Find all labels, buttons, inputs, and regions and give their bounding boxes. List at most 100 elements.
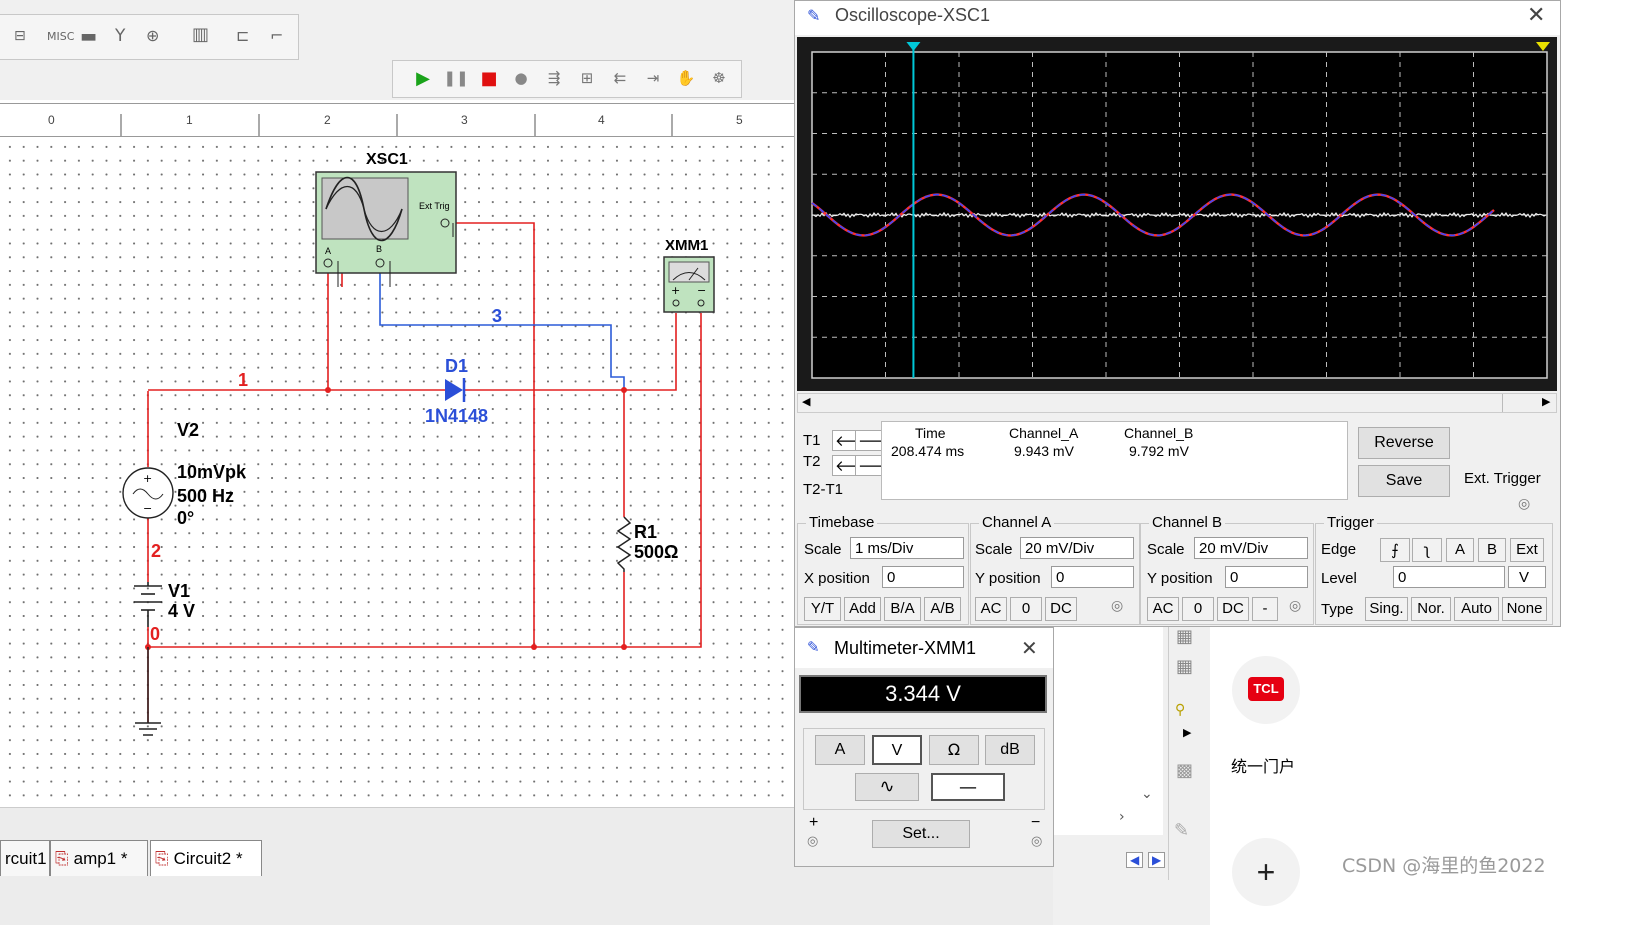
scroll-left-icon[interactable]: ◀ — [802, 395, 810, 408]
grapher-icon[interactable]: ⊞ — [574, 65, 600, 91]
portal-label[interactable]: 统一门户 — [1231, 753, 1295, 777]
timebase-scale-field[interactable]: 1 ms/Div — [850, 537, 964, 559]
oscilloscope-ref: XSC1 — [366, 151, 408, 168]
trigger-single-button[interactable]: Sing. — [1365, 597, 1408, 621]
probe2-tool-icon[interactable]: ✎ — [1174, 820, 1189, 841]
bus-icon[interactable]: ▥ — [192, 24, 209, 45]
trigger-none-button[interactable]: None — [1502, 597, 1547, 621]
svg-text:+: + — [671, 284, 680, 297]
mm-voltmeter-button[interactable]: V — [872, 735, 922, 765]
mm-ac-mode-icon[interactable]: ∿ — [855, 773, 919, 801]
cursor-t1-handle[interactable] — [906, 42, 921, 51]
export-icon[interactable]: ⇥ — [640, 65, 666, 91]
grapher-tool-icon[interactable]: ▦ — [1176, 626, 1193, 647]
tab-circuit1[interactable]: rcuit1 — [0, 840, 50, 876]
analyzer2-tool-icon[interactable]: ▩ — [1176, 760, 1193, 781]
expand-arrow-icon[interactable]: ▶ — [1183, 726, 1191, 739]
probe-icon[interactable]: ⇶ — [541, 65, 567, 91]
osc-title-bar[interactable]: ✎ Oscilloscope-XSC1 ✕ — [795, 1, 1560, 35]
close-icon[interactable]: ✕ — [1021, 636, 1038, 660]
postprocessor-icon[interactable]: ⇇ — [607, 65, 633, 91]
add-app-button[interactable]: + — [1232, 838, 1300, 906]
ruler-tick: 3 — [461, 113, 468, 127]
channel-a-ac-button[interactable]: AC — [975, 597, 1007, 621]
channel-a-scale-field[interactable]: 20 mV/Div — [1020, 537, 1134, 559]
trigger-level-unit[interactable]: V — [1508, 566, 1546, 588]
mm-db-button[interactable]: dB — [985, 735, 1035, 765]
osc-scrollbar[interactable]: ◀ ▶ — [797, 393, 1557, 413]
mode-ab-button[interactable]: A/B — [924, 597, 961, 621]
probe-tool-icon[interactable]: ⚲ — [1175, 702, 1185, 718]
svg-text:−: − — [697, 284, 706, 297]
analyzer-tool-icon[interactable]: ▦ — [1176, 656, 1193, 677]
channel-a-dc-button[interactable]: DC — [1045, 597, 1077, 621]
trigger-source-b-button[interactable]: B — [1478, 538, 1506, 562]
mm-title-bar[interactable]: ✎ Multimeter-XMM1 ✕ — [795, 628, 1053, 668]
pause-icon[interactable]: ❚❚ — [443, 65, 469, 91]
hand-icon[interactable]: ✋ — [673, 65, 699, 91]
trigger-level-field[interactable]: 0 — [1393, 566, 1505, 588]
trigger-auto-button[interactable]: Auto — [1454, 597, 1499, 621]
mm-dc-mode-icon[interactable]: — — [931, 773, 1005, 801]
mm-ammeter-button[interactable]: A — [815, 735, 865, 765]
board-icon[interactable]: ▬ — [80, 26, 97, 47]
scroll-right-icon[interactable]: ▶ — [1542, 395, 1550, 408]
misc-icon[interactable]: MISC — [47, 30, 74, 43]
module-icon[interactable]: ⊕ — [146, 26, 159, 45]
cursor-t2-handle[interactable] — [1536, 42, 1550, 51]
channel-a-ypos-field[interactable]: 0 — [1051, 566, 1134, 588]
osc-screen[interactable] — [797, 37, 1557, 391]
timebase-scale-label: Scale — [804, 541, 842, 558]
breadboard-icon[interactable]: ⊟ — [14, 28, 26, 44]
scroll-left-icon[interactable]: ◀ — [1126, 852, 1144, 868]
chevron-down-icon[interactable]: ⌄ — [1141, 786, 1153, 802]
plus-icon: + — [1256, 854, 1276, 890]
hierarchy-icon[interactable]: ⊏ — [236, 26, 249, 45]
trigger-source-a-button[interactable]: A — [1446, 538, 1474, 562]
channel-a-terminal-icon[interactable]: ◎ — [1111, 598, 1123, 614]
channel-b-scale-field[interactable]: 20 mV/Div — [1194, 537, 1308, 559]
channel-b-dc-button[interactable]: DC — [1217, 597, 1249, 621]
reverse-button[interactable]: Reverse — [1358, 427, 1450, 459]
channel-b-ypos-field[interactable]: 0 — [1225, 566, 1308, 588]
stop-icon[interactable]: ■ — [476, 65, 502, 91]
mode-add-button[interactable]: Add — [844, 597, 881, 621]
channel-b-invert-button[interactable]: - — [1252, 597, 1278, 621]
channel-b-terminal-icon[interactable]: ◎ — [1289, 598, 1301, 614]
interactive-icon[interactable]: ☸ — [706, 65, 732, 91]
tcl-app-icon[interactable]: TCL — [1232, 656, 1300, 724]
channel-a-title: Channel A — [979, 514, 1055, 531]
horizontal-scrollbar[interactable] — [0, 807, 795, 832]
channel-a-zero-button[interactable]: 0 — [1010, 597, 1042, 621]
diode-ref: D1 — [445, 356, 469, 376]
battery-ref: V1 — [168, 581, 191, 601]
x-position-field[interactable]: 0 — [882, 566, 964, 588]
step-icon[interactable]: ⌐ — [270, 26, 283, 45]
record-icon[interactable]: ● — [508, 65, 534, 91]
mm-set-button[interactable]: Set... — [872, 820, 970, 848]
mode-yt-button[interactable]: Y/T — [804, 597, 841, 621]
close-icon[interactable]: ✕ — [1527, 3, 1545, 28]
chevron-right-icon[interactable]: › — [1119, 809, 1125, 825]
run-icon[interactable]: ▶ — [410, 65, 436, 91]
channel-b-ac-button[interactable]: AC — [1147, 597, 1179, 621]
ext-trig-label: Ext Trig — [419, 201, 450, 211]
tab-amp1[interactable]: ⎘ amp1 * — [50, 840, 148, 876]
trigger-source-ext-button[interactable]: Ext — [1510, 538, 1544, 562]
mode-ba-button[interactable]: B/A — [884, 597, 921, 621]
mm-minus-terminal-icon[interactable]: ◎ — [1031, 834, 1042, 849]
mm-plus-terminal-icon[interactable]: ◎ — [807, 834, 818, 849]
ext-trigger-terminal-icon[interactable]: ◎ — [1518, 496, 1530, 512]
falling-edge-icon[interactable]: ʅ — [1412, 538, 1442, 562]
rising-edge-icon[interactable]: ⨍ — [1380, 538, 1410, 562]
trigger-normal-button[interactable]: Nor. — [1411, 597, 1451, 621]
ruler-tick: 0 — [48, 113, 55, 127]
mm-ohmmeter-button[interactable]: Ω — [929, 735, 979, 765]
tab-circuit2[interactable]: ⎘ Circuit2 * — [150, 840, 262, 876]
readout-chb-value: 9.792 mV — [1129, 443, 1189, 459]
save-button[interactable]: Save — [1358, 465, 1450, 497]
channel-b-zero-button[interactable]: 0 — [1182, 597, 1214, 621]
scroll-right-icon[interactable]: ▶ — [1148, 852, 1166, 868]
mm-reading: 3.344 V — [885, 681, 961, 706]
antenna-icon[interactable]: Y — [115, 26, 125, 46]
